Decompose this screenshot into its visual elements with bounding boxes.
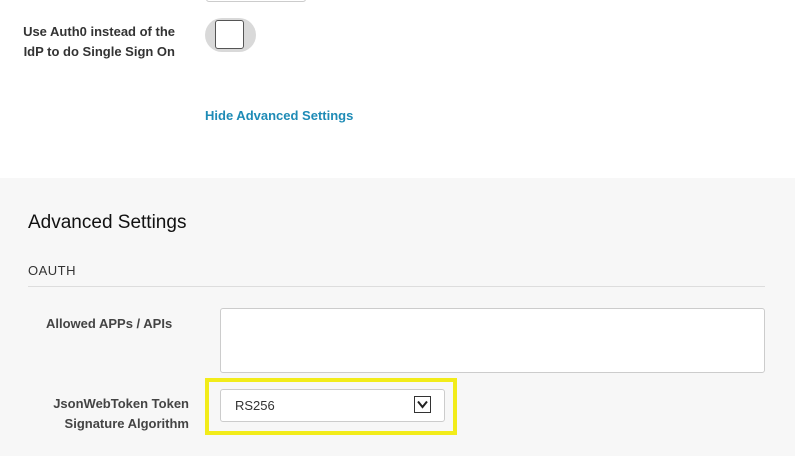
allowed-apps-input[interactable] — [220, 308, 765, 373]
oauth-section-heading: OAUTH — [28, 263, 76, 278]
previous-input-field[interactable] — [206, 0, 306, 2]
toggle-knob — [215, 20, 244, 49]
section-divider — [28, 286, 765, 287]
sso-toggle-switch[interactable] — [205, 18, 256, 52]
jwt-algorithm-select[interactable]: RS256 — [220, 389, 445, 422]
chevron-down-icon[interactable] — [414, 396, 431, 413]
sso-toggle-label: Use Auth0 instead of the IdP to do Singl… — [23, 24, 175, 59]
jwt-algorithm-label: JsonWebToken Token Signature Algorithm — [53, 396, 189, 431]
hide-advanced-settings-link[interactable]: Hide Advanced Settings — [205, 108, 353, 123]
allowed-apps-label: Allowed APPs / APIs — [46, 316, 173, 331]
connection-settings-top: Use Auth0 instead of the IdP to do Singl… — [0, 0, 795, 178]
advanced-settings-title: Advanced Settings — [28, 212, 187, 233]
jwt-algorithm-selected-value: RS256 — [235, 398, 275, 413]
advanced-settings-panel: Advanced Settings OAUTH Allowed APPs / A… — [0, 178, 795, 456]
